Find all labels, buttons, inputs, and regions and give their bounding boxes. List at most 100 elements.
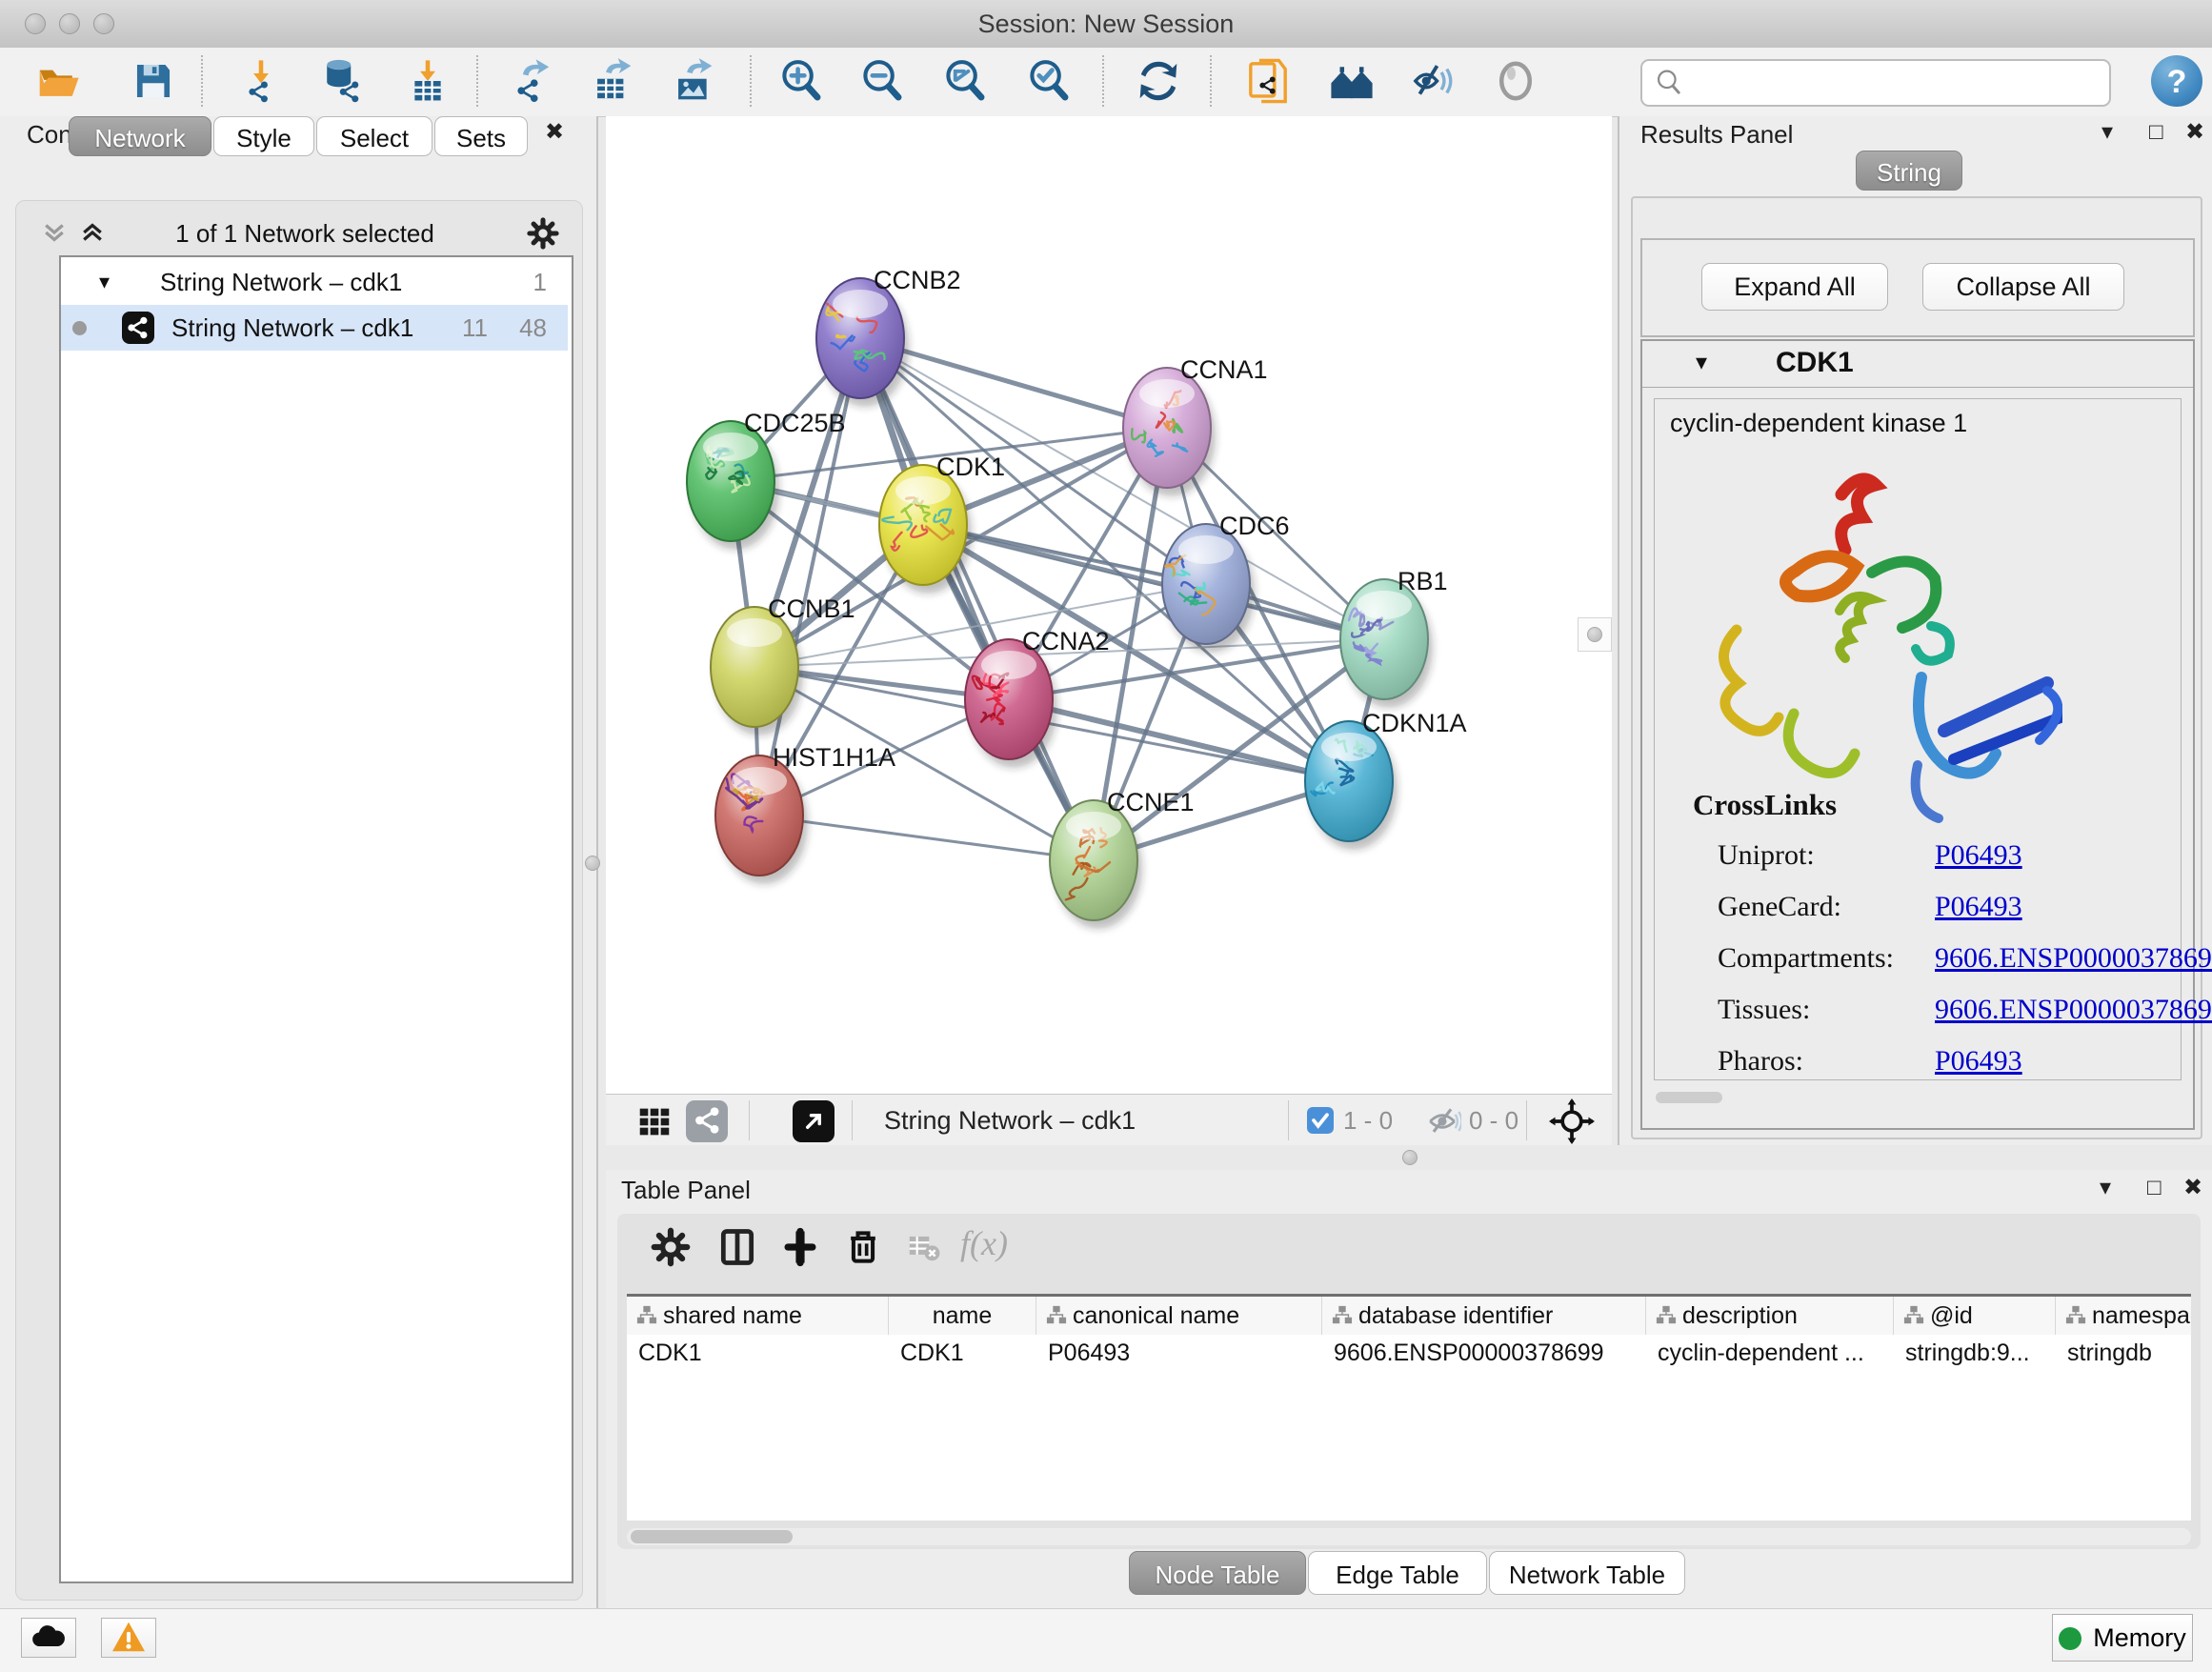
horizontal-splitter[interactable]	[606, 1145, 2212, 1170]
delete-column-trash-icon[interactable]	[836, 1221, 890, 1275]
export-image-button[interactable]	[668, 54, 719, 110]
status-bar: Memory	[0, 1608, 2212, 1672]
close-panel-icon[interactable]: ✖	[545, 118, 564, 147]
node-CDKN1A[interactable]: CDKN1A	[1305, 709, 1467, 850]
create-column-icon[interactable]	[774, 1221, 827, 1275]
memory-button[interactable]: Memory	[2052, 1614, 2193, 1662]
cloud-status-button[interactable]	[21, 1618, 76, 1658]
crosslink-tissues-link[interactable]: 9606.ENSP00000378699	[1935, 994, 2212, 1026]
node-CCNA2[interactable]: CCNA2	[965, 627, 1110, 768]
close-panel-icon[interactable]: ✖	[2183, 1174, 2202, 1202]
tab-network[interactable]: Network	[69, 116, 211, 156]
node-RB1[interactable]: RB1	[1340, 567, 1448, 708]
zoom-selected-button[interactable]	[1023, 54, 1075, 110]
crosslink-label: Pharos:	[1718, 1045, 1803, 1078]
column-header-canonical-name[interactable]: canonical name	[1036, 1297, 1322, 1335]
crosslink-genecard-link[interactable]: P06493	[1935, 891, 2022, 923]
node-label-CCNE1: CCNE1	[1107, 788, 1195, 816]
tab-network-table[interactable]: Network Table	[1489, 1551, 1685, 1595]
tree-expand-icon[interactable]: ▾	[99, 259, 110, 305]
zoom-in-button[interactable]	[775, 54, 827, 110]
toolbar-separator	[201, 55, 203, 107]
section-collapse-icon[interactable]: ▾	[1696, 349, 1707, 376]
table-hscrollbar[interactable]	[627, 1528, 2191, 1545]
node-CDK1[interactable]: CDK1	[879, 453, 1005, 594]
crosslink-uniprot-link[interactable]: P06493	[1935, 839, 2022, 872]
collapse-panel-icon[interactable]: ▾	[2101, 118, 2113, 147]
column-header-shared-name[interactable]: shared name	[627, 1297, 889, 1335]
footer-separator	[1526, 1100, 1527, 1140]
save-session-button[interactable]	[128, 54, 179, 110]
zoom-out-button[interactable]	[856, 54, 908, 110]
tab-edge-table[interactable]: Edge Table	[1308, 1551, 1487, 1595]
open-session-button[interactable]	[32, 54, 84, 110]
node-label-CDKN1A: CDKN1A	[1362, 709, 1467, 737]
import-table-button[interactable]	[402, 54, 453, 110]
tab-node-table[interactable]: Node Table	[1129, 1551, 1306, 1595]
panel-splitter-grip[interactable]	[585, 856, 600, 871]
node-CCNE1[interactable]: CCNE1	[1050, 788, 1195, 929]
export-table-button[interactable]	[587, 54, 638, 110]
show-columns-icon[interactable]	[711, 1221, 764, 1275]
string-view-icon[interactable]	[686, 1100, 728, 1142]
crosslink-pharos-link[interactable]: P06493	[1935, 1045, 2022, 1078]
expand-all-networks-icon[interactable]	[72, 217, 112, 251]
export-network-button[interactable]	[506, 54, 557, 110]
grid-view-icon[interactable]	[629, 1100, 671, 1142]
footer-separator	[749, 1100, 750, 1140]
results-splitter-handle[interactable]	[1578, 617, 1612, 652]
collapse-all-networks-icon[interactable]	[34, 217, 74, 251]
collapse-panel-icon[interactable]: ▾	[2100, 1174, 2111, 1202]
zoom-fit-button[interactable]	[939, 54, 991, 110]
tab-style[interactable]: Style	[213, 116, 314, 156]
home-networks-button[interactable]	[1326, 54, 1377, 110]
node-HIST1H1A[interactable]: HIST1H1A	[715, 743, 895, 884]
help-button[interactable]: ?	[2151, 55, 2202, 107]
hidden-eye-icon	[1423, 1102, 1461, 1140]
crosslink-compartments-link[interactable]: 9606.ENSP00000378699	[1935, 942, 2212, 975]
open-in-window-icon[interactable]	[793, 1100, 835, 1142]
node-CCNA1[interactable]: CCNA1	[1123, 355, 1268, 496]
collapse-all-button[interactable]: Collapse All	[1922, 263, 2124, 311]
network-row-selected[interactable]: String Network – cdk1 11 48	[61, 305, 568, 351]
network-collection-row[interactable]: ▾ String Network – cdk1 1	[61, 259, 568, 305]
column-header-namespace[interactable]: namespace	[2056, 1297, 2191, 1335]
gene-section-header[interactable]: ▾ CDK1	[1642, 341, 2193, 388]
table-hscroll-thumb[interactable]	[631, 1530, 793, 1543]
tab-sets[interactable]: Sets	[434, 116, 528, 156]
network-canvas[interactable]: CCNB2CCNA1CDC25BCDK1CDC6RB1CCNB1CCNA2CDK…	[606, 116, 1612, 1094]
column-header-id[interactable]: @id	[1894, 1297, 2056, 1335]
node-label-CCNB1: CCNB1	[768, 594, 855, 623]
node-label-CDC6: CDC6	[1219, 512, 1290, 540]
enhanced-graphics-button[interactable]	[1407, 54, 1458, 110]
node-label-RB1: RB1	[1398, 567, 1448, 595]
hidden-node-edge-counts: 0 - 0	[1469, 1095, 1518, 1146]
node-CCNB2[interactable]: CCNB2	[816, 266, 961, 407]
import-network-button[interactable]	[235, 54, 287, 110]
import-network-from-database-button[interactable]	[315, 54, 367, 110]
warning-status-button[interactable]	[101, 1618, 156, 1658]
node-CCNB1[interactable]: CCNB1	[711, 594, 855, 735]
expand-all-button[interactable]: Expand All	[1701, 263, 1888, 311]
network-options-gear-icon[interactable]	[520, 215, 558, 253]
string-import-button[interactable]	[1242, 54, 1294, 110]
column-header-name[interactable]: name	[889, 1297, 1036, 1335]
close-panel-icon[interactable]: ✖	[2185, 118, 2204, 147]
tab-string-results[interactable]: String	[1856, 151, 1962, 191]
cell-database-identifier: 9606.ENSP00000378699	[1322, 1335, 1646, 1371]
fit-selected-crosshair-icon[interactable]	[1543, 1098, 1591, 1145]
tab-select[interactable]: Select	[316, 116, 432, 156]
edge-count: 48	[519, 305, 547, 351]
float-panel-icon[interactable]: □	[2149, 118, 2163, 147]
bird-eye-toggle-button[interactable]	[1490, 54, 1541, 110]
float-panel-icon[interactable]: □	[2147, 1174, 2162, 1202]
column-header-description[interactable]: description	[1646, 1297, 1894, 1335]
network-view-toolbar: String Network – cdk1 1 - 0 0 - 0	[606, 1094, 1612, 1146]
selected-checkbox-icon[interactable]	[1307, 1107, 1334, 1134]
search-input[interactable]	[1692, 63, 2096, 101]
refresh-button[interactable]	[1133, 54, 1184, 110]
results-hscroll-thumb[interactable]	[1656, 1092, 1722, 1103]
cell-shared-name: CDK1	[627, 1335, 889, 1371]
table-gear-icon[interactable]	[644, 1221, 697, 1275]
column-header-database-identifier[interactable]: database identifier	[1322, 1297, 1646, 1335]
